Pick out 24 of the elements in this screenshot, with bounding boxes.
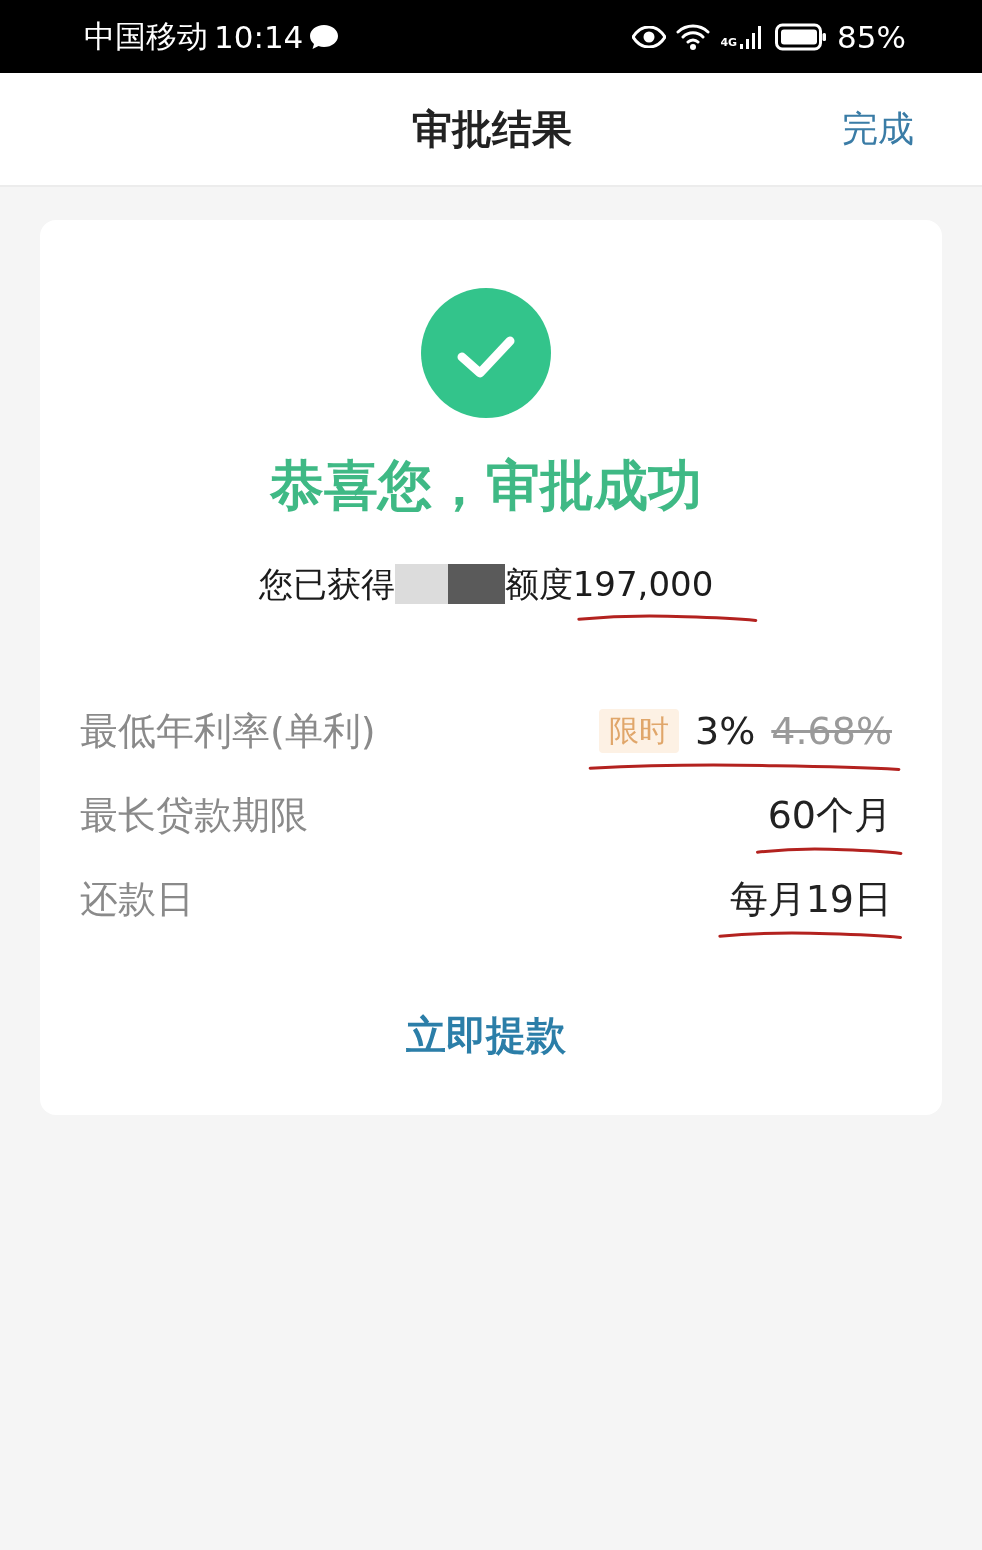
chat-bubble-icon: [309, 23, 340, 50]
eye-icon: [632, 25, 667, 48]
carrier-name: 中国移动: [84, 16, 208, 56]
network-type: 4G: [720, 36, 738, 48]
detail-label: 最长贷款期限: [80, 791, 308, 839]
battery-icon: [775, 22, 828, 51]
success-check-icon: [420, 287, 552, 419]
wifi-icon: [676, 22, 711, 51]
rate-value: 3%: [695, 708, 756, 755]
limited-time-tag: 限时: [599, 709, 679, 753]
detail-label: 还款日: [80, 875, 194, 923]
credit-amount: 197,000: [572, 564, 714, 604]
done-button[interactable]: 完成: [842, 104, 914, 154]
battery-percentage: 85%: [837, 18, 906, 55]
detail-value: 每月19日: [729, 876, 892, 923]
success-title: 恭喜您，审批成功: [269, 454, 703, 518]
clock-time: 10:14: [214, 18, 304, 55]
original-rate-value: 4.68%: [771, 708, 892, 755]
detail-label: 最低年利率(单利): [80, 707, 376, 755]
detail-value: 60个月: [767, 792, 892, 839]
credit-text: 您已获得: [258, 563, 395, 606]
credit-text: 额度: [504, 563, 573, 606]
withdraw-button[interactable]: 立即提款: [406, 1005, 566, 1065]
page-title: 审批结果: [412, 104, 572, 154]
